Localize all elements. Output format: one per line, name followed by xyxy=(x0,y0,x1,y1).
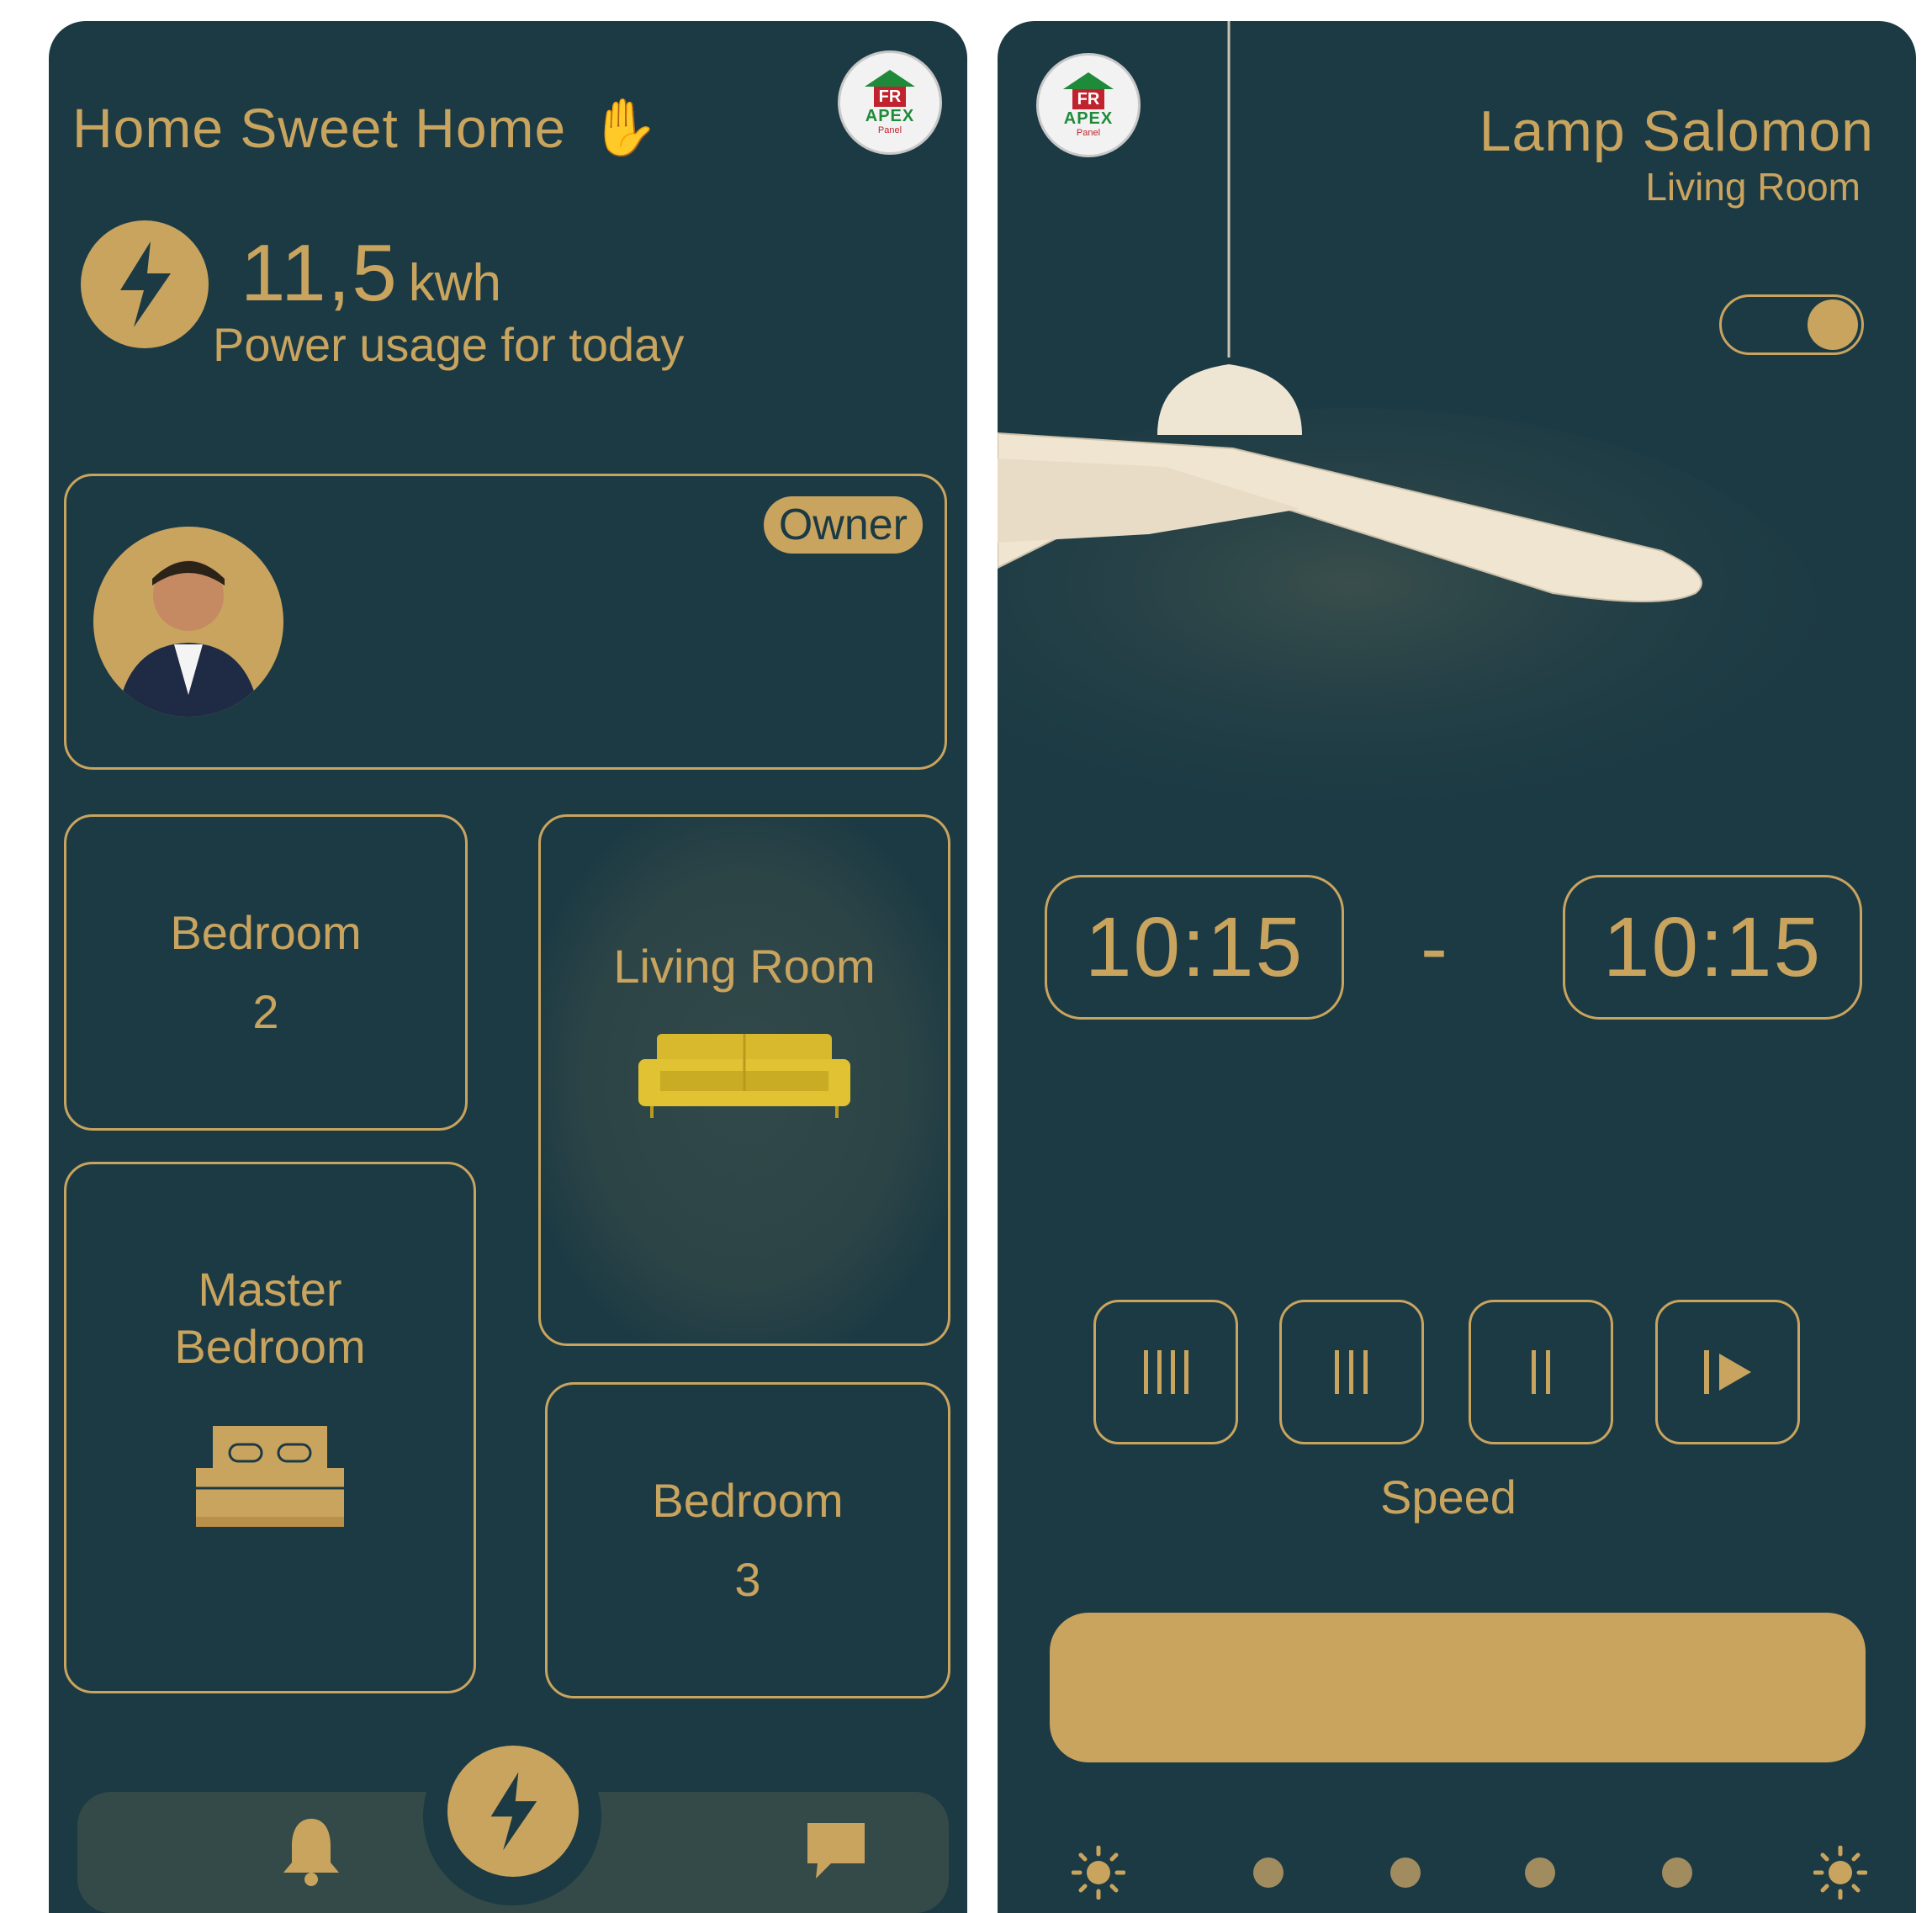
speed-2-icon xyxy=(1532,1350,1550,1394)
room-card-master-bedroom[interactable]: Master Bedroom xyxy=(64,1162,476,1693)
device-screen: FR APEX Panel Lamp Salomon Living Room 1… xyxy=(998,21,1916,1913)
power-unit: kwh xyxy=(408,254,501,312)
brightness-high-button[interactable] xyxy=(1813,1845,1868,1900)
avatar-portrait xyxy=(117,560,260,717)
power-value: 11,5 kwh xyxy=(241,227,501,320)
brand-logo: FR APEX Panel xyxy=(838,50,942,155)
room-name-line1: Master xyxy=(198,1263,342,1316)
sun-icon xyxy=(1813,1845,1868,1900)
bell-icon xyxy=(283,1819,339,1886)
lightning-icon xyxy=(490,1772,537,1851)
speed-1-icon xyxy=(1704,1350,1751,1394)
power-caption: Power usage for today xyxy=(213,318,685,371)
room-number: 3 xyxy=(734,1553,761,1606)
speed-3-icon xyxy=(1335,1350,1368,1394)
logo-sub: Panel xyxy=(877,125,902,135)
owner-profile-card[interactable]: Owner xyxy=(64,474,947,770)
nav-chat-button[interactable] xyxy=(806,1821,866,1880)
action-bar-button[interactable] xyxy=(1050,1613,1866,1762)
brightness-step-1[interactable] xyxy=(1253,1857,1284,1888)
home-screen: Home Sweet Home ✋ FR APEX Panel 11,5 kwh… xyxy=(49,21,967,1913)
lamp-illustration xyxy=(998,21,1822,829)
room-name-line2: Bedroom xyxy=(174,1320,366,1373)
speed-button-3[interactable] xyxy=(1279,1300,1424,1444)
brightness-step-2[interactable] xyxy=(1390,1857,1421,1888)
nav-bell-button[interactable] xyxy=(280,1815,342,1886)
sofa-icon xyxy=(638,1034,850,1118)
time-separator: - xyxy=(1421,903,1448,993)
power-icon-circle xyxy=(81,220,209,348)
nav-power-button[interactable] xyxy=(447,1746,579,1877)
room-number: 2 xyxy=(252,985,279,1038)
waving-hand-icon: ✋ xyxy=(590,96,660,158)
brightness-step-3[interactable] xyxy=(1525,1857,1555,1888)
sun-icon xyxy=(1071,1845,1126,1900)
bed-icon xyxy=(196,1426,344,1527)
speed-button-4[interactable] xyxy=(1093,1300,1238,1444)
lightning-icon xyxy=(120,241,171,327)
brightness-step-4[interactable] xyxy=(1662,1857,1692,1888)
room-card-bedroom-3[interactable]: Bedroom 3 xyxy=(545,1382,950,1698)
brightness-low-button[interactable] xyxy=(1071,1845,1126,1900)
logo-apex: APEX xyxy=(865,107,915,125)
room-name: Living Room xyxy=(613,940,876,993)
end-time-field[interactable]: 10:15 xyxy=(1563,875,1862,1020)
room-card-living-room[interactable]: Living Room xyxy=(538,814,950,1346)
power-number: 11,5 xyxy=(241,228,399,318)
owner-badge: Owner xyxy=(763,496,923,554)
speed-4-icon xyxy=(1144,1350,1188,1394)
chat-icon xyxy=(807,1823,865,1879)
speed-label: Speed xyxy=(1380,1471,1516,1524)
logo-roof xyxy=(865,70,915,87)
speed-button-2[interactable] xyxy=(1469,1300,1613,1444)
home-title: Home Sweet Home ✋ xyxy=(72,95,659,161)
avatar[interactable] xyxy=(93,527,283,717)
logo-fr: FR xyxy=(873,87,907,107)
greeting-text: Home Sweet Home xyxy=(72,97,567,159)
room-name: Bedroom xyxy=(170,906,362,959)
room-card-bedroom-2[interactable]: Bedroom 2 xyxy=(64,814,468,1131)
speed-button-1[interactable] xyxy=(1655,1300,1800,1444)
start-time-field[interactable]: 10:15 xyxy=(1045,875,1344,1020)
room-name: Bedroom xyxy=(652,1474,844,1527)
